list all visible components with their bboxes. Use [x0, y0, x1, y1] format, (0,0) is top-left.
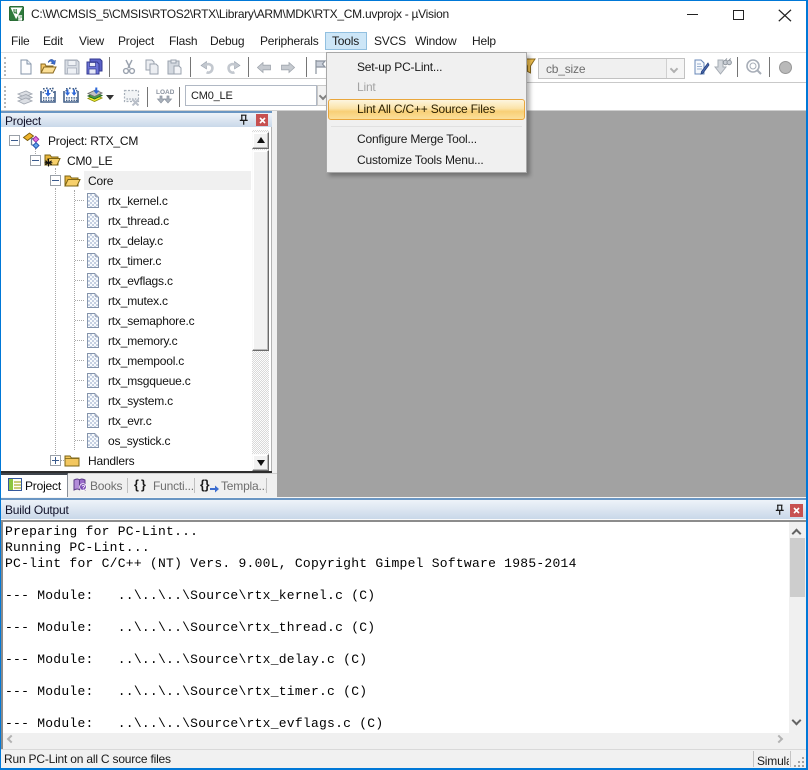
svg-text:LOAD: LOAD	[156, 89, 174, 96]
svg-text:?: ?	[81, 484, 85, 491]
